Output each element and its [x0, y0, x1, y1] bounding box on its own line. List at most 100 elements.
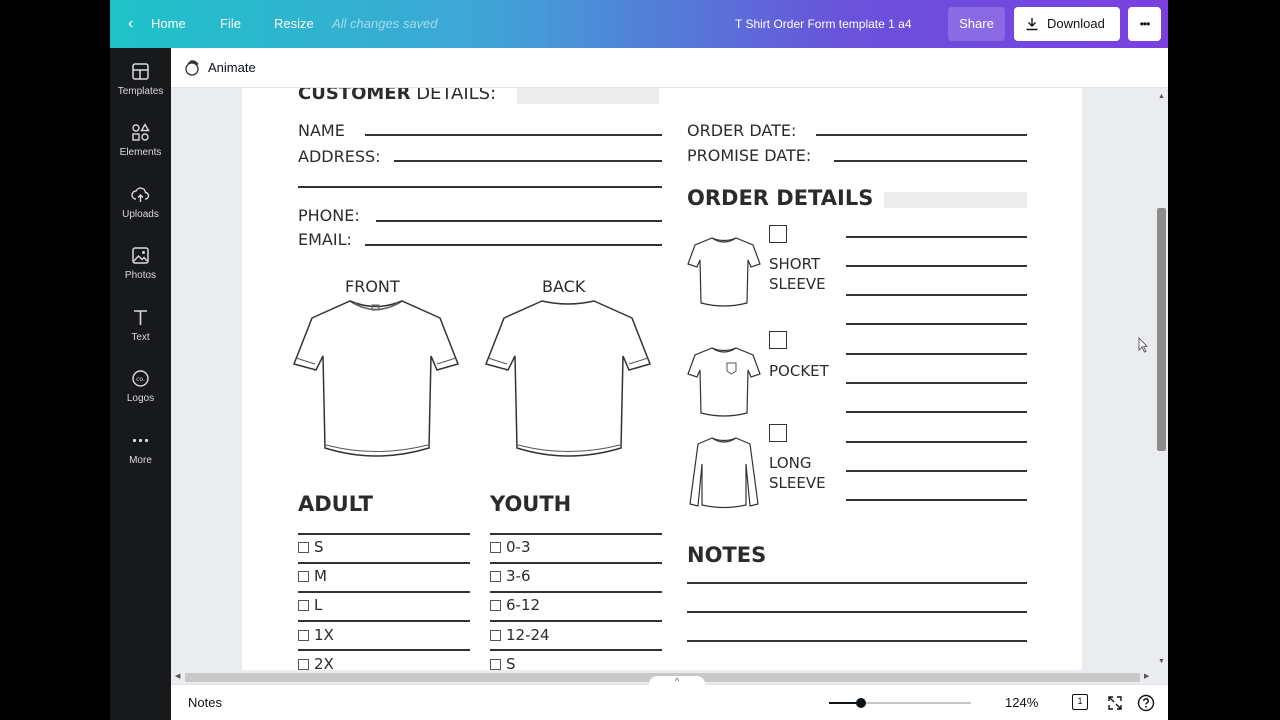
vertical-scroll-thumb[interactable]	[1157, 208, 1166, 451]
size-label: 3-6	[506, 567, 531, 585]
photos-icon	[132, 247, 149, 264]
scroll-up-icon[interactable]: ▲	[1158, 93, 1165, 100]
order-line[interactable]	[846, 499, 1027, 501]
size-label: M	[314, 567, 327, 585]
home-button[interactable]: Home	[151, 0, 186, 48]
sidebar-item-photos[interactable]: Photos	[110, 246, 171, 304]
uploads-icon	[131, 187, 150, 202]
design-canvas[interactable]: CUSTOMER DETAILS: NAME ADDRESS: PHONE: E…	[171, 88, 1168, 670]
chevron-up-icon[interactable]: ^	[649, 676, 705, 686]
size-checkbox[interactable]	[298, 571, 309, 582]
size-label: S	[314, 538, 324, 556]
long-sleeve-label-2: SLEEVE	[769, 474, 826, 492]
vertical-scrollbar[interactable]: ▲ ▼	[1154, 88, 1168, 670]
order-line[interactable]	[846, 382, 1027, 384]
resize-button[interactable]: Resize	[274, 0, 314, 48]
sidebar-item-elements[interactable]: Elements	[110, 123, 171, 181]
share-label: Share	[959, 16, 994, 31]
order-line[interactable]	[846, 470, 1027, 472]
download-button[interactable]: Download	[1014, 7, 1120, 41]
share-button[interactable]: Share	[948, 7, 1005, 41]
order-line[interactable]	[846, 353, 1027, 355]
notes-heading: NOTES	[687, 543, 767, 567]
size-line	[298, 591, 470, 593]
document-title[interactable]: T Shirt Order Form template 1 a4	[735, 0, 912, 48]
tshirt-front-image	[292, 300, 459, 457]
sidebar-item-text[interactable]: Text	[110, 308, 171, 366]
sidebar-item-logos[interactable]: co. Logos	[110, 369, 171, 427]
long-sleeve-label-1: LONG	[769, 454, 812, 472]
design-page[interactable]: CUSTOMER DETAILS: NAME ADDRESS: PHONE: E…	[242, 88, 1082, 670]
elements-icon	[132, 123, 150, 141]
sidebar-item-label: More	[129, 455, 152, 466]
download-icon	[1026, 18, 1038, 31]
sidebar-item-templates[interactable]: Templates	[110, 62, 171, 120]
logos-icon: co.	[132, 370, 149, 387]
sidebar-item-uploads[interactable]: Uploads	[110, 185, 171, 243]
file-menu[interactable]: File	[220, 0, 241, 48]
order-line[interactable]	[846, 294, 1027, 296]
short-sleeve-label-1: SHORT	[769, 255, 821, 273]
download-label: Download	[1047, 16, 1105, 31]
size-checkbox[interactable]	[298, 630, 309, 641]
size-checkbox[interactable]	[298, 659, 309, 670]
size-checkbox[interactable]	[298, 600, 309, 611]
size-checkbox[interactable]	[490, 630, 501, 641]
save-status: All changes saved	[332, 16, 438, 31]
scroll-down-icon[interactable]: ▼	[1158, 658, 1165, 665]
notes-line[interactable]	[687, 582, 1027, 584]
name-line[interactable]	[365, 134, 662, 136]
customer-details-heading[interactable]: CUSTOMER DETAILS:	[298, 88, 496, 104]
order-line[interactable]	[846, 411, 1027, 413]
size-checkbox[interactable]	[490, 542, 501, 553]
notes-button[interactable]: Notes	[188, 695, 222, 710]
long-sleeve-checkbox[interactable]	[769, 424, 787, 442]
templates-icon	[132, 63, 149, 80]
help-icon[interactable]	[1137, 694, 1155, 712]
phone-line[interactable]	[376, 220, 662, 222]
order-date-line[interactable]	[816, 134, 1027, 136]
zoom-slider-handle[interactable]	[856, 698, 866, 708]
page-count-button[interactable]: 1	[1072, 694, 1088, 710]
more-icon	[132, 438, 149, 443]
short-sleeve-checkbox[interactable]	[769, 225, 787, 243]
size-line	[490, 591, 662, 593]
order-line[interactable]	[846, 265, 1027, 267]
pocket-checkbox[interactable]	[769, 331, 787, 349]
size-line	[490, 562, 662, 564]
zoom-slider[interactable]	[829, 698, 971, 708]
size-checkbox[interactable]	[298, 542, 309, 553]
order-line[interactable]	[846, 323, 1027, 325]
email-line[interactable]	[365, 244, 662, 246]
sidebar-item-more[interactable]: More	[110, 431, 171, 489]
notes-line[interactable]	[687, 640, 1027, 642]
size-label: 2X	[314, 655, 334, 670]
scroll-right-icon[interactable]: ▶	[1144, 672, 1149, 680]
size-line	[490, 649, 662, 651]
fullscreen-icon[interactable]	[1107, 695, 1123, 711]
youth-heading: YOUTH	[490, 492, 572, 516]
zoom-level[interactable]: 124%	[1005, 695, 1038, 710]
scroll-left-icon[interactable]: ◀	[175, 672, 180, 680]
size-line	[490, 620, 662, 622]
customer-heading-rest: DETAILS:	[416, 88, 497, 104]
address-line[interactable]	[394, 160, 662, 162]
order-line[interactable]	[846, 236, 1027, 238]
address-line-2[interactable]	[298, 186, 662, 188]
order-line[interactable]	[846, 441, 1027, 443]
svg-text:co.: co.	[136, 376, 145, 383]
size-checkbox[interactable]	[490, 659, 501, 670]
chevron-left-icon[interactable]: ‹	[128, 0, 133, 48]
size-checkbox[interactable]	[490, 571, 501, 582]
sidebar-item-label: Text	[131, 332, 150, 343]
order-date-label: ORDER DATE:	[687, 121, 797, 140]
size-checkbox[interactable]	[490, 600, 501, 611]
notes-line[interactable]	[687, 611, 1027, 613]
promise-date-line[interactable]	[834, 160, 1027, 162]
sidebar-item-label: Logos	[126, 393, 155, 404]
more-options-button[interactable]: •••	[1128, 7, 1161, 41]
page-count: 1	[1077, 696, 1083, 706]
pocket-shirt-image	[687, 347, 761, 417]
gray-bar	[517, 88, 659, 104]
size-label: S	[506, 655, 516, 670]
